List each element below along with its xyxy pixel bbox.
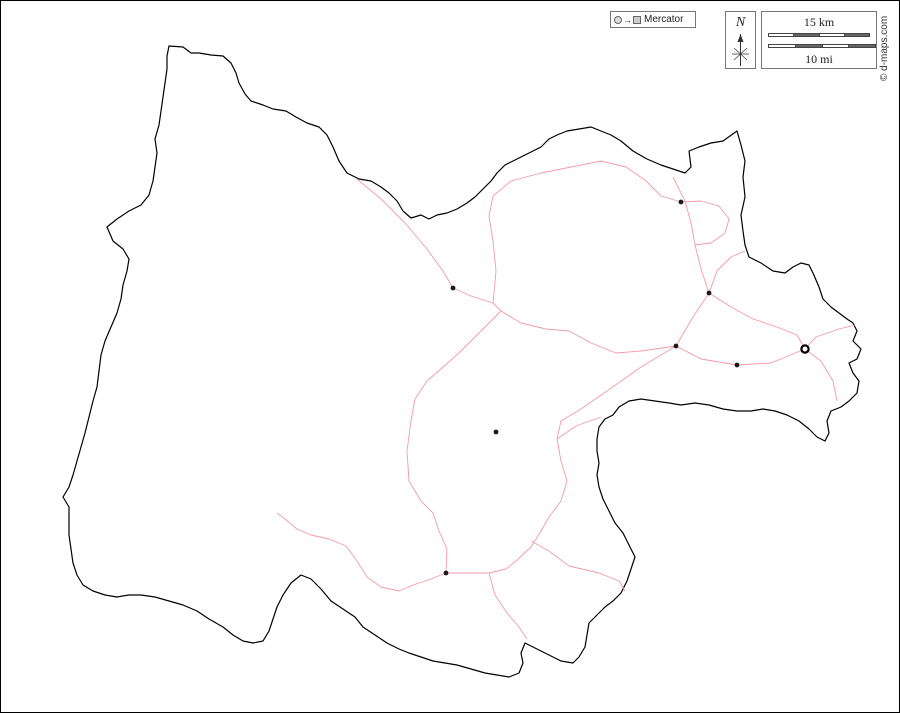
road-network	[276, 160, 856, 640]
scale-mi-label: 10 mi	[805, 52, 833, 66]
road	[356, 178, 677, 354]
road	[488, 195, 497, 304]
road	[680, 200, 730, 246]
scale-km-label: 15 km	[803, 15, 835, 29]
road	[446, 438, 568, 574]
map-canvas[interactable]	[1, 1, 899, 712]
road	[804, 348, 838, 402]
road	[556, 416, 602, 440]
sphere-to-plane-icon: →	[614, 15, 641, 24]
town-marker[interactable]	[678, 199, 684, 205]
region-border	[62, 45, 862, 678]
road	[708, 292, 806, 350]
road	[675, 345, 806, 366]
town-marker[interactable]	[443, 570, 449, 576]
town-marker[interactable]	[493, 429, 499, 435]
road	[556, 345, 677, 440]
projection-badge: → Mercator	[610, 11, 696, 28]
capital-marker[interactable]	[800, 344, 810, 354]
road	[672, 176, 710, 294]
road	[675, 292, 710, 347]
road	[276, 512, 447, 592]
credit-text[interactable]: © d-maps.com	[879, 16, 890, 81]
north-arrow: N	[725, 11, 756, 69]
road	[530, 540, 626, 592]
town-marker[interactable]	[706, 290, 712, 296]
scale-km-bar	[768, 33, 870, 37]
road	[708, 250, 746, 294]
road	[488, 572, 528, 640]
compass-rose-icon	[732, 34, 749, 66]
town-marker[interactable]	[673, 343, 679, 349]
scale-bar: 15 km 10 mi	[761, 11, 877, 69]
north-letter: N	[735, 15, 746, 30]
map-frame: → Mercator N 15 km 10 mi © d-maps.com	[0, 0, 900, 713]
road	[492, 160, 682, 203]
town-marker[interactable]	[734, 362, 740, 368]
town-marker[interactable]	[450, 285, 456, 291]
scale-mi-bar	[768, 44, 876, 48]
town-markers	[443, 199, 810, 576]
road	[804, 324, 856, 350]
road	[406, 310, 502, 574]
projection-label: Mercator	[644, 14, 684, 25]
